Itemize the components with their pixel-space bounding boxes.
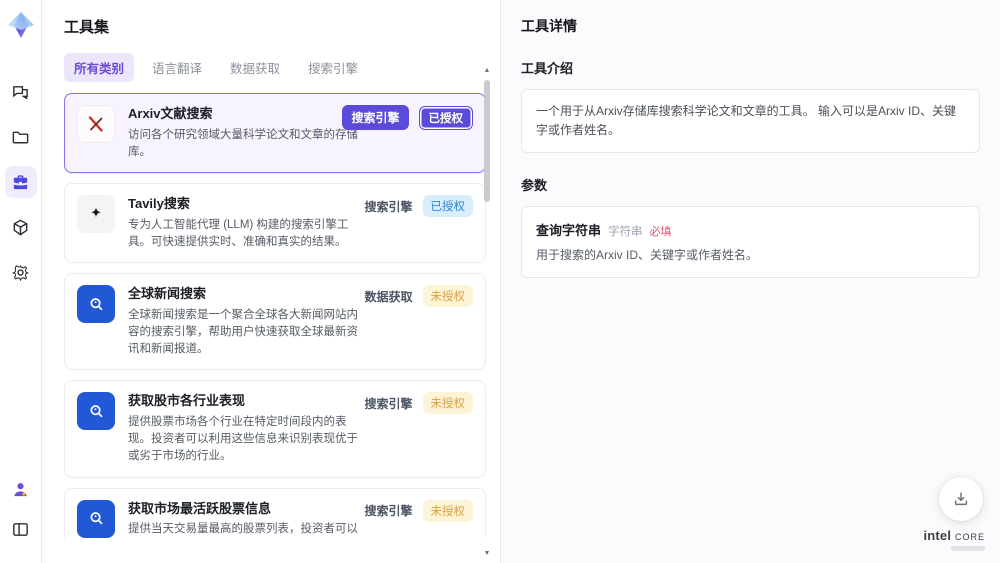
category-label: 搜索引擎 xyxy=(364,199,413,214)
tool-name: Arxiv文献搜索 xyxy=(128,106,213,121)
tool-card-arxiv[interactable]: Arxiv文献搜索 访问各个研究领域大量科学论文和文章的存储库。 搜索引擎 已授… xyxy=(64,93,486,174)
user-avatar-button[interactable] xyxy=(5,473,37,505)
tab-all-categories[interactable]: 所有类别 xyxy=(64,53,135,82)
category-label: 搜索引擎 xyxy=(364,396,413,411)
tool-desc: 访问各个研究领域大量科学论文和文章的存储库。 xyxy=(128,128,358,158)
toolbox-icon xyxy=(13,174,28,189)
tool-desc: 提供当天交易量最高的股票列表，投资者可以利用这些信息来识别流动性强的股票和潜在的… xyxy=(128,523,358,536)
details-title: 工具详情 xyxy=(521,18,577,34)
app-window: 工具集 所有类别 语言翻译 数据获取 搜索引擎 Arxiv文献搜索 访问各个研究… xyxy=(0,0,1000,563)
search-app-icon xyxy=(77,499,115,538)
panel-toggle-icon xyxy=(13,522,28,536)
tool-name: 全球新闻搜索 xyxy=(128,286,207,302)
icon-rail xyxy=(0,0,42,563)
intel-core-logo: intel core xyxy=(923,528,985,551)
rail-nav xyxy=(4,76,37,301)
tool-desc: 专为人工智能代理 (LLM) 构建的搜索引擎工具。可快速提供实时、准确和真实的结… xyxy=(128,218,349,248)
category-label: 数据获取 xyxy=(364,289,413,304)
search-app-icon xyxy=(77,392,115,431)
page-title: 工具集 xyxy=(64,19,110,36)
status-badge: 已授权 xyxy=(422,195,473,218)
chat-icon xyxy=(13,85,28,99)
tool-list-panel: 工具集 所有类别 语言翻译 数据获取 搜索引擎 Arxiv文献搜索 访问各个研究… xyxy=(42,0,500,563)
intro-text: 一个用于从Arxiv存储库搜索科学论文和文章的工具。 输入可以是Arxiv ID… xyxy=(536,104,957,138)
tab-data-fetch[interactable]: 数据获取 xyxy=(220,53,290,82)
tool-card-tavily[interactable]: Tavily搜索 专为人工智能代理 (LLM) 构建的搜索引擎工具。可快速提供实… xyxy=(64,183,486,264)
scroll-thumb[interactable] xyxy=(484,80,490,202)
param-name: 查询字符串 xyxy=(536,223,602,239)
param-required-label: 必填 xyxy=(649,226,672,239)
tool-name: 获取市场最活跃股票信息 xyxy=(128,500,272,516)
sidebar-item-tools[interactable] xyxy=(4,166,37,198)
scroll-down-arrow[interactable]: ▼ xyxy=(484,549,491,559)
brand-intel-text: intel xyxy=(923,528,952,543)
tool-card-sector-performance[interactable]: 获取股市各行业表现 提供股票市场各个行业在特定时间段内的表现。投资者可以利用这些… xyxy=(64,380,486,478)
tool-desc: 提供股票市场各个行业在特定时间段内的表现。投资者可以利用这些信息来识别表现优于或… xyxy=(128,415,358,463)
scroll-track[interactable] xyxy=(483,76,491,549)
arxiv-icon xyxy=(77,105,115,143)
status-badge: 未授权 xyxy=(422,285,473,308)
tool-name: Tavily搜索 xyxy=(128,196,190,212)
intro-heading: 工具介绍 xyxy=(521,61,574,76)
category-label: 搜索引擎 xyxy=(364,504,413,519)
sidebar-item-packages[interactable] xyxy=(5,211,37,243)
status-badge: 已授权 xyxy=(418,105,473,130)
tool-card-global-news[interactable]: 全球新闻搜索 全球新闻搜索是一个聚合全球各大新闻网站内容的搜索引擎，帮助用户快速… xyxy=(64,273,486,371)
sidebar-item-files[interactable] xyxy=(5,121,37,153)
sidebar-item-settings[interactable] xyxy=(5,256,37,288)
tab-translation[interactable]: 语言翻译 xyxy=(142,53,212,82)
sparkle-icon xyxy=(77,195,115,234)
brand-core-text: core xyxy=(954,528,985,543)
param-desc: 用于搜索的Arxiv ID、关键字或作者姓名。 xyxy=(536,248,759,263)
tool-desc: 全球新闻搜索是一个聚合全球各大新闻网站内容的搜索引擎，帮助用户快速获取全球最新资… xyxy=(128,308,358,356)
user-icon xyxy=(14,482,27,496)
gear-icon xyxy=(12,264,29,281)
download-button[interactable] xyxy=(939,477,983,521)
package-icon xyxy=(13,219,28,235)
status-badge: 未授权 xyxy=(422,499,473,522)
category-badge: 搜索引擎 xyxy=(342,105,409,130)
collapse-panel-button[interactable] xyxy=(5,513,37,545)
app-logo-icon xyxy=(7,12,34,38)
params-heading: 参数 xyxy=(521,178,548,194)
param-type: 字符串 xyxy=(608,226,643,239)
folder-icon xyxy=(12,131,29,143)
tool-details-panel: 工具详情 工具介绍 一个用于从Arxiv存储库搜索科学论文和文章的工具。 输入可… xyxy=(500,0,1000,563)
tab-search-engine[interactable]: 搜索引擎 xyxy=(298,53,368,82)
status-badge: 未授权 xyxy=(422,392,473,415)
intro-box: 一个用于从Arxiv存储库搜索科学论文和文章的工具。 输入可以是Arxiv ID… xyxy=(521,89,980,154)
scroll-up-arrow[interactable]: ▲ xyxy=(484,66,491,76)
tool-name: 获取股市各行业表现 xyxy=(128,393,246,409)
tool-card-active-stocks[interactable]: 获取市场最活跃股票信息 提供当天交易量最高的股票列表，投资者可以利用这些信息来识… xyxy=(64,487,486,538)
brand-sub-bar xyxy=(951,546,985,551)
param-box: 查询字符串 字符串 必填 用于搜索的Arxiv ID、关键字或作者姓名。 xyxy=(521,206,980,279)
sidebar-item-chat[interactable] xyxy=(5,76,37,108)
download-icon xyxy=(954,492,968,506)
list-scrollbar: ▲ ▼ xyxy=(482,66,492,559)
rail-bottom xyxy=(5,473,37,553)
search-app-icon xyxy=(77,285,115,324)
tool-list: Arxiv文献搜索 访问各个研究领域大量科学论文和文章的存储库。 搜索引擎 已授… xyxy=(64,93,486,538)
category-tabs: 所有类别 语言翻译 数据获取 搜索引擎 xyxy=(64,53,500,82)
